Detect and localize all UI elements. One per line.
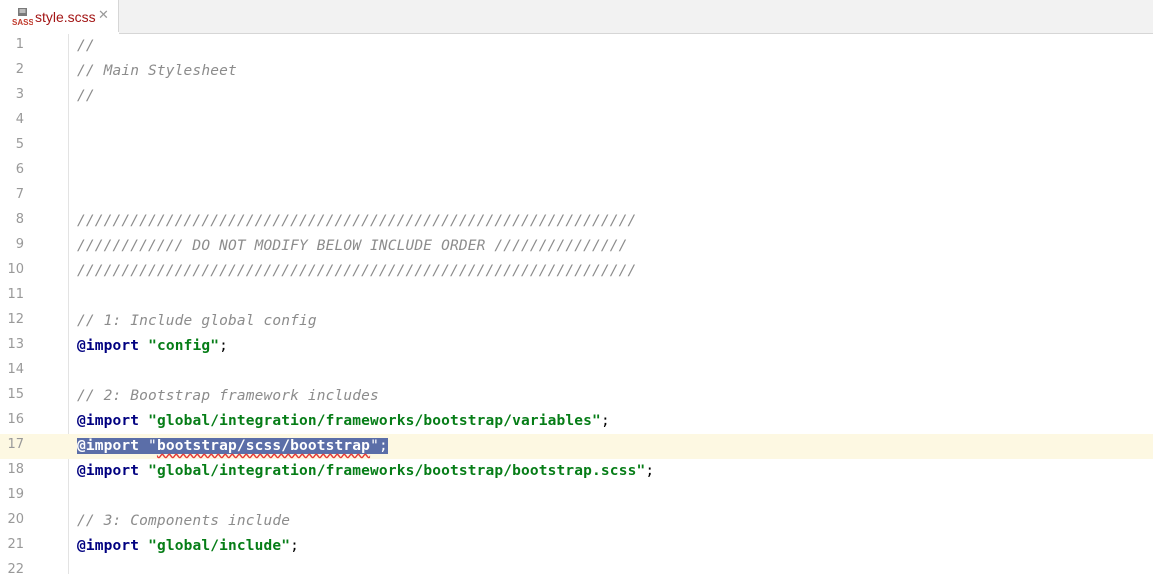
line-number: 15 <box>7 387 24 402</box>
code-token: ; <box>600 413 610 429</box>
line-number: 2 <box>15 62 24 77</box>
code-text: @import "global/include"; <box>77 537 299 556</box>
code-text: // <box>77 87 95 106</box>
code-token: ; <box>645 463 655 479</box>
code-token: bootstrap/scss/bootstrap <box>156 438 371 454</box>
code-token: @import <box>77 463 140 479</box>
line-number: 10 <box>7 262 24 277</box>
code-line[interactable]: 2 // Main Stylesheet <box>0 59 1153 84</box>
code-text: ////////////////////////////////////////… <box>77 212 636 231</box>
code-token: // <box>77 38 95 54</box>
code-token: // 3: Components include <box>77 513 291 529</box>
code-token: "global/integration/frameworks/bootstrap… <box>148 463 646 479</box>
code-token: @import <box>77 438 140 454</box>
code-token: ; <box>290 538 300 554</box>
code-line[interactable]: 13 @import "config"; <box>0 334 1153 359</box>
line-number: 13 <box>7 337 24 352</box>
code-token: // 2: Bootstrap framework includes <box>77 388 379 404</box>
code-text: // 1: Include global config <box>77 312 317 331</box>
code-token: ; <box>219 338 228 354</box>
code-line[interactable]: 15 // 2: Bootstrap framework includes <box>0 384 1153 409</box>
code-line[interactable]: 19 <box>0 484 1153 509</box>
code-line[interactable]: 17 @import "bootstrap/scss/bootstrap"; <box>0 434 1153 459</box>
code-line[interactable]: 9 //////////// DO NOT MODIFY BELOW INCLUD… <box>0 234 1153 259</box>
code-text: @import "global/integration/frameworks/b… <box>77 412 610 431</box>
code-token: "global/integration/frameworks/bootstrap… <box>148 413 601 429</box>
code-line[interactable]: 22 <box>0 559 1153 574</box>
line-number: 16 <box>7 412 24 427</box>
code-token: "config" <box>148 338 220 354</box>
code-line[interactable]: 10 //////////////////////////////////////… <box>0 259 1153 284</box>
code-line[interactable]: 18 @import "global/integration/frameworks… <box>0 459 1153 484</box>
line-number: 4 <box>15 112 24 127</box>
code-line[interactable]: 20 // 3: Components include <box>0 509 1153 534</box>
line-number: 1 <box>15 37 24 52</box>
code-text: // <box>77 37 95 56</box>
line-number: 7 <box>15 187 24 202</box>
close-icon[interactable]: ✕ <box>98 8 109 23</box>
line-number: 20 <box>7 512 24 527</box>
code-text: // 3: Components include <box>77 512 290 531</box>
code-token: // Main Stylesheet <box>77 63 237 79</box>
svg-text:SASS: SASS <box>12 18 33 27</box>
line-number: 6 <box>15 162 24 177</box>
code-line[interactable]: 12 // 1: Include global config <box>0 309 1153 334</box>
code-token: "global/include" <box>148 538 291 554</box>
code-line[interactable]: 11 <box>0 284 1153 309</box>
line-number: 11 <box>7 287 24 302</box>
line-number: 12 <box>7 312 24 327</box>
code-token: @import <box>77 538 140 554</box>
code-text: @import "global/integration/frameworks/b… <box>77 462 654 481</box>
line-number: 9 <box>15 237 24 252</box>
line-number: 21 <box>7 537 24 552</box>
tab-filename: style.scss <box>35 9 96 25</box>
line-number: 22 <box>7 562 24 574</box>
line-number: 14 <box>7 362 24 377</box>
code-line[interactable]: 14 <box>0 359 1153 384</box>
code-line[interactable]: 6 <box>0 159 1153 184</box>
line-number: 17 <box>7 437 24 452</box>
code-editor[interactable]: 1 // 2 // Main Stylesheet 3 // 4 5 6 7 8 //////////… <box>0 34 1153 574</box>
code-token: "; <box>370 438 388 454</box>
code-line[interactable]: 3 // <box>0 84 1153 109</box>
code-line[interactable]: 7 <box>0 184 1153 209</box>
line-number: 18 <box>7 462 24 477</box>
code-text: //////////// DO NOT MODIFY BELOW INCLUDE… <box>77 237 628 256</box>
code-text: ////////////////////////////////////////… <box>77 262 636 281</box>
code-token: " <box>139 438 157 454</box>
code-line[interactable]: 21 @import "global/include"; <box>0 534 1153 559</box>
code-token: @import <box>77 338 140 354</box>
code-line[interactable]: 4 <box>0 109 1153 134</box>
code-text: // Main Stylesheet <box>77 62 237 81</box>
code-token: //////////// DO NOT MODIFY BELOW INCLUDE… <box>77 238 628 254</box>
line-number: 19 <box>7 487 24 502</box>
code-line[interactable]: 5 <box>0 134 1153 159</box>
tab-style-scss[interactable]: SASS style.scss ✕ <box>0 0 119 35</box>
code-token: // <box>77 88 95 104</box>
code-text: // 2: Bootstrap framework includes <box>77 387 379 406</box>
code-line[interactable]: 8 ///////////////////////////////////////… <box>0 209 1153 234</box>
code-line[interactable]: 16 @import "global/integration/frameworks… <box>0 409 1153 434</box>
line-number: 8 <box>15 212 24 227</box>
code-token: @import <box>77 413 140 429</box>
code-text: @import "config"; <box>77 337 228 356</box>
code-text: @import "bootstrap/scss/bootstrap"; <box>77 437 388 456</box>
code-token: // 1: Include global config <box>77 313 317 329</box>
sass-file-icon: SASS <box>12 8 33 27</box>
code-token: ////////////////////////////////////////… <box>77 263 637 279</box>
code-line[interactable]: 1 // <box>0 34 1153 59</box>
line-number: 5 <box>15 137 24 152</box>
code-token: ////////////////////////////////////////… <box>77 213 637 229</box>
text-selection: @import "bootstrap/scss/bootstrap"; <box>77 438 388 454</box>
editor-tab-bar: SASS style.scss ✕ <box>0 0 1153 35</box>
line-number: 3 <box>15 87 24 102</box>
